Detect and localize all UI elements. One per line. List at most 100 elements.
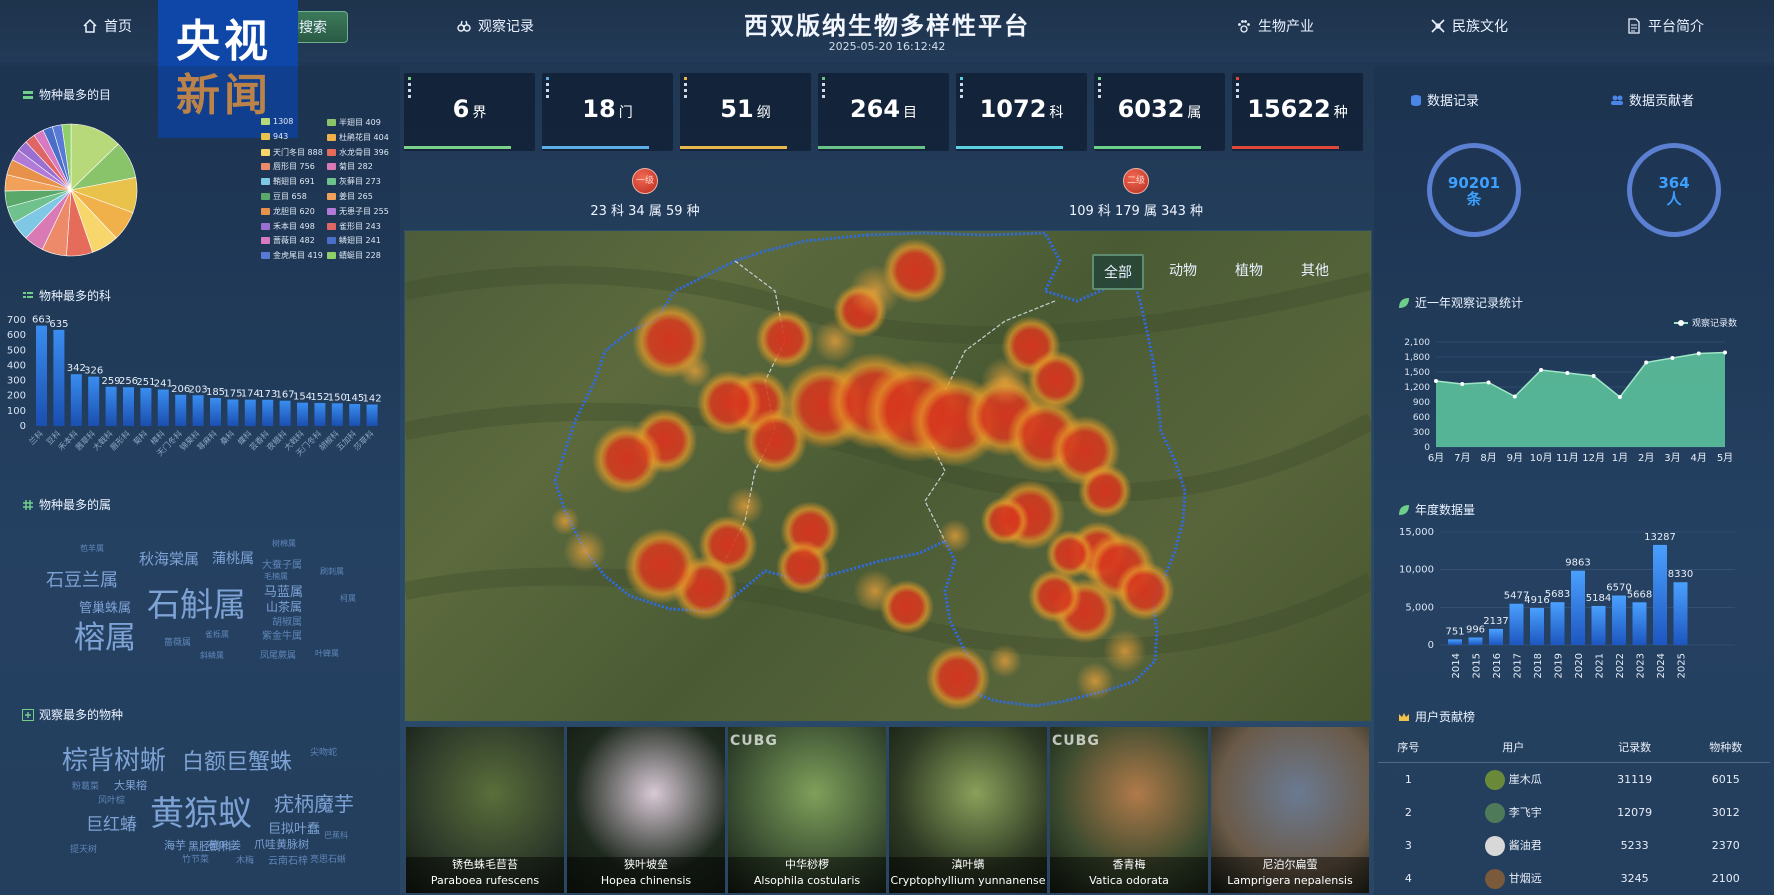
order-legend-item[interactable]: 菊目 282: [327, 161, 373, 172]
yearly-bar[interactable]: [1632, 602, 1647, 645]
trend-point[interactable]: [1434, 379, 1438, 383]
trend-point[interactable]: [1486, 380, 1491, 385]
family-bar[interactable]: [70, 374, 82, 426]
cloud-word[interactable]: 苞叶姜: [208, 837, 241, 853]
order-legend-item[interactable]: 蔷薇目 482: [261, 235, 315, 246]
species-photo-card[interactable]: CUBG 香青梅 Vatica odorata: [1049, 726, 1209, 894]
cloud-word[interactable]: 巨拟叶蠢: [268, 818, 320, 837]
nav-industry[interactable]: 生物产业: [1236, 16, 1314, 36]
order-legend-item[interactable]: 蜻蜓目 228: [327, 250, 381, 261]
rank-row[interactable]: 2 李飞宇 12079 3012: [1378, 796, 1770, 829]
cloud-word[interactable]: 树棉属: [272, 538, 296, 549]
yearly-bar[interactable]: [1653, 544, 1667, 645]
cloud-word[interactable]: 石豆兰属: [46, 566, 118, 592]
family-bar[interactable]: [227, 399, 239, 427]
cloud-word[interactable]: 大蚕子属: [262, 556, 302, 571]
order-legend-item[interactable]: 鞘翅目 691: [261, 176, 315, 187]
trend-point[interactable]: [1565, 371, 1570, 375]
filter-other-button[interactable]: 其他: [1291, 254, 1339, 286]
cloud-word[interactable]: 竹节菜: [182, 852, 209, 865]
cloud-word[interactable]: 粉葛菜: [72, 779, 99, 792]
cloud-word[interactable]: 蒲桃属: [212, 548, 254, 568]
protection-level[interactable]: 二级 109 科 179 属 343 种: [1036, 168, 1236, 219]
trend-point[interactable]: [1696, 351, 1701, 356]
yearly-bar[interactable]: [1448, 639, 1462, 645]
order-legend-item[interactable]: 姜目 265: [327, 191, 373, 202]
family-bar[interactable]: [244, 399, 256, 426]
order-legend-item[interactable]: 天门冬目 888: [261, 147, 323, 158]
cloud-word[interactable]: 巨红蝽: [86, 810, 137, 835]
stat-card[interactable]: 264 目: [818, 73, 949, 151]
yearly-bar[interactable]: [1530, 607, 1544, 645]
family-bar[interactable]: [140, 387, 152, 426]
stat-card[interactable]: 6界: [404, 73, 535, 151]
cloud-word[interactable]: 蔷薇属: [164, 635, 191, 648]
yearly-bar[interactable]: [1509, 603, 1524, 645]
trend-point[interactable]: [1670, 356, 1675, 360]
cloud-word[interactable]: 海芋: [164, 837, 186, 853]
cloud-word[interactable]: 尖吻蛇: [310, 745, 337, 758]
cloud-word[interactable]: 刷刺属: [320, 566, 344, 577]
cloud-word[interactable]: 紫金牛属: [262, 627, 302, 642]
family-bar[interactable]: [175, 394, 187, 426]
yearly-bar[interactable]: [1673, 582, 1688, 645]
cloud-word[interactable]: 柯属: [340, 593, 356, 604]
trend-point[interactable]: [1460, 382, 1465, 386]
cloud-word[interactable]: 提天树: [70, 842, 97, 855]
filter-plant-button[interactable]: 植物: [1225, 254, 1273, 286]
trend-point[interactable]: [1591, 374, 1596, 378]
cloud-word[interactable]: 苞羊属: [80, 543, 104, 554]
family-bar[interactable]: [36, 325, 47, 426]
family-bar[interactable]: [192, 395, 204, 426]
order-legend-item[interactable]: 雀形目 243: [327, 221, 381, 232]
stat-card[interactable]: 6032 属: [1094, 73, 1225, 151]
cloud-word[interactable]: 胡椒属: [272, 613, 302, 628]
cloud-word[interactable]: 斜鳞属: [200, 650, 224, 661]
species-photo-card[interactable]: 尼泊尔扁萤 Lamprigera nepalensis: [1210, 726, 1370, 894]
family-bar[interactable]: [53, 329, 65, 426]
cloud-word[interactable]: 亮思石蜥: [310, 852, 346, 865]
cloud-word[interactable]: 黄猄蚁: [150, 786, 252, 835]
order-legend-item[interactable]: 鳞翅目 241: [327, 235, 381, 246]
order-legend-item[interactable]: 943: [261, 132, 288, 141]
yearly-bar[interactable]: [1468, 637, 1483, 645]
cloud-word[interactable]: 棕背树蜥: [62, 740, 166, 777]
nav-culture[interactable]: 民族文化: [1430, 16, 1508, 36]
filter-animal-button[interactable]: 动物: [1159, 254, 1207, 286]
family-bar[interactable]: [210, 397, 221, 426]
trend-point[interactable]: [1617, 395, 1622, 399]
order-legend-item[interactable]: 水龙骨目 396: [327, 147, 389, 158]
rank-row[interactable]: 1 崖木瓜 31119 6015: [1378, 763, 1770, 797]
order-legend-item[interactable]: 1308: [261, 117, 293, 126]
cloud-word[interactable]: 白额巨蟹蛛: [182, 744, 292, 776]
rank-row[interactable]: 4 甘烟远 3245 2100: [1378, 862, 1770, 895]
species-photo-card[interactable]: 锈色蛛毛苣苔 Paraboea rufescens: [405, 726, 565, 894]
family-bar[interactable]: [297, 402, 308, 426]
cloud-word[interactable]: 疣柄魔芋: [274, 788, 354, 817]
species-photo-card[interactable]: 狭叶坡垒 Hopea chinensis: [566, 726, 726, 894]
order-legend-item[interactable]: 禾本目 498: [261, 221, 315, 232]
order-legend-item[interactable]: 豆目 658: [261, 191, 307, 202]
trend-point[interactable]: [1539, 368, 1544, 372]
protection-level[interactable]: 一级 23 科 34 属 59 种: [545, 168, 745, 219]
family-bar[interactable]: [314, 402, 326, 426]
order-legend-item[interactable]: 金虎尾目 419: [261, 250, 323, 261]
order-legend-item[interactable]: 灰藓目 273: [327, 176, 381, 187]
species-photo-card[interactable]: 滇叶螨 Cryptophyllium yunnanense: [888, 726, 1048, 894]
order-legend-item[interactable]: 半翅目 409: [327, 117, 381, 128]
cloud-word[interactable]: 毛楠属: [264, 571, 288, 582]
stat-card[interactable]: 18 门: [542, 73, 673, 151]
rank-row[interactable]: 3 酱油君 5233 2370: [1378, 829, 1770, 862]
family-bar[interactable]: [349, 404, 361, 426]
yearly-bar[interactable]: [1571, 570, 1585, 645]
cloud-word[interactable]: 叶蝉属: [315, 648, 339, 659]
yearly-bar[interactable]: [1550, 602, 1565, 645]
cloud-word[interactable]: 榕属: [74, 612, 136, 657]
cloud-word[interactable]: 风叶棕: [98, 793, 125, 806]
cloud-word[interactable]: 雀栎属: [205, 629, 229, 640]
family-bar[interactable]: [262, 399, 274, 426]
yearly-bar[interactable]: [1612, 595, 1626, 645]
stat-card[interactable]: 15622 种: [1232, 73, 1363, 151]
family-bar[interactable]: [331, 403, 343, 426]
family-bar[interactable]: [88, 376, 100, 426]
